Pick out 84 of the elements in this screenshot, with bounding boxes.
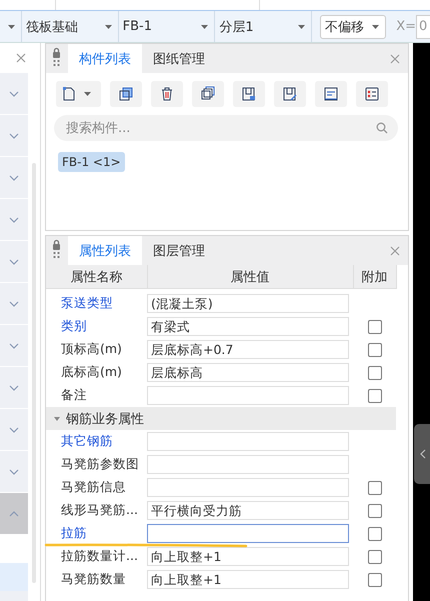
x-label: X= [396,19,416,34]
dropdown[interactable]: FB-1 [118,11,216,42]
chevron-icon [8,382,20,392]
checkbox[interactable] [368,572,382,586]
value-field[interactable]: 平行横向受力筋 [147,501,349,520]
frame-icon [241,86,257,102]
checkbox[interactable] [368,550,382,564]
property-name: 顶标高(m) [60,341,122,356]
column-header: 附加 [353,265,396,288]
toolbar-button[interactable] [233,81,265,107]
chevron-icon [8,256,20,266]
checkbox[interactable] [368,366,382,380]
close-icon[interactable] [390,246,400,256]
checkbox[interactable] [368,388,382,402]
caret-icon [104,24,112,28]
value-field[interactable] [147,524,349,543]
property-name: 底标高(m) [60,364,122,379]
caret-icon [298,24,306,28]
frame-pencil-icon [282,86,298,102]
close-icon[interactable] [16,53,26,63]
caret-icon [372,24,380,28]
checkbox[interactable] [368,342,382,356]
checkbox[interactable] [368,480,382,494]
column-header: 属性值 [147,265,353,288]
property-name: 马凳筋参数图 [60,456,139,471]
close-icon[interactable] [390,54,400,64]
panel-tab[interactable]: 构件列表 [68,44,142,73]
chevron-icon [8,466,20,476]
value-field[interactable]: 层底标高+0.7 [147,340,349,359]
value-field[interactable]: 有梁式 [147,317,349,336]
property-name: 马凳筋信息 [60,479,126,494]
value-field[interactable]: 向上取整+1 [147,547,349,566]
chevron-icon [8,130,20,140]
offset-dropdown[interactable]: 不偏移 [320,14,386,38]
dropdown[interactable]: 分层1 [215,11,312,42]
checklist-icon [364,86,380,102]
chevron-icon [8,340,20,350]
chevron-icon [8,424,20,434]
sidebar-group[interactable] [0,493,28,535]
checkbox[interactable] [368,504,382,518]
trash-icon [159,86,175,102]
caret-icon [201,24,208,28]
panel-tab[interactable]: 图纸管理 [142,44,216,73]
component-item[interactable]: FB-1 <1> [58,152,125,172]
chevron-icon [8,214,20,224]
value-field[interactable]: 向上取整+1 [147,570,349,589]
squares-icon [118,86,134,102]
toolbar-button[interactable] [151,81,183,107]
toolbar-button[interactable] [356,81,388,107]
search-field[interactable]: 搜索构件... [54,115,398,141]
chevron-icon [8,88,20,98]
property-link[interactable]: 其它钢筋 [46,433,113,448]
toolbar-button[interactable] [315,81,347,107]
toolbar-button[interactable] [56,81,101,107]
value-field[interactable]: (混凝土泵) [147,294,349,313]
caret-icon [8,24,15,28]
triangle-icon[interactable] [54,416,60,420]
chevron-icon [8,298,20,308]
caret-icon [84,92,91,96]
property-link[interactable]: 拉筋 [46,525,87,540]
toolbar-button[interactable] [274,81,306,107]
property-name: 线形马凳筋... [60,502,138,517]
value-field[interactable]: 层底标高 [147,363,349,382]
chevron-left-icon [420,449,426,459]
stacked-squares-icon [200,86,216,102]
property-name: 拉筋数量计... [60,548,138,563]
collapse-handle[interactable] [414,424,430,484]
panel-tab[interactable]: 图层管理 [142,236,216,265]
property-name: 备注 [60,387,87,402]
chevron-icon [8,508,20,518]
search-icon [376,122,388,134]
property-link[interactable]: 泵送类型 [46,295,113,310]
checkbox[interactable] [368,320,382,334]
chevron-icon [8,172,20,182]
property-link[interactable]: 类别 [46,318,87,333]
toolbar-button[interactable] [110,81,142,107]
toolbar-button[interactable] [192,81,224,107]
text-lines-icon [323,86,339,102]
panel-tab[interactable]: 属性列表 [68,236,142,265]
property-name: 马凳筋数量 [60,571,126,586]
dropdown[interactable]: 筏板基础 [22,11,119,42]
section-title: 钢筋业务属性 [66,410,144,428]
checkbox[interactable] [368,526,382,540]
column-header: 属性名称 [46,265,147,288]
